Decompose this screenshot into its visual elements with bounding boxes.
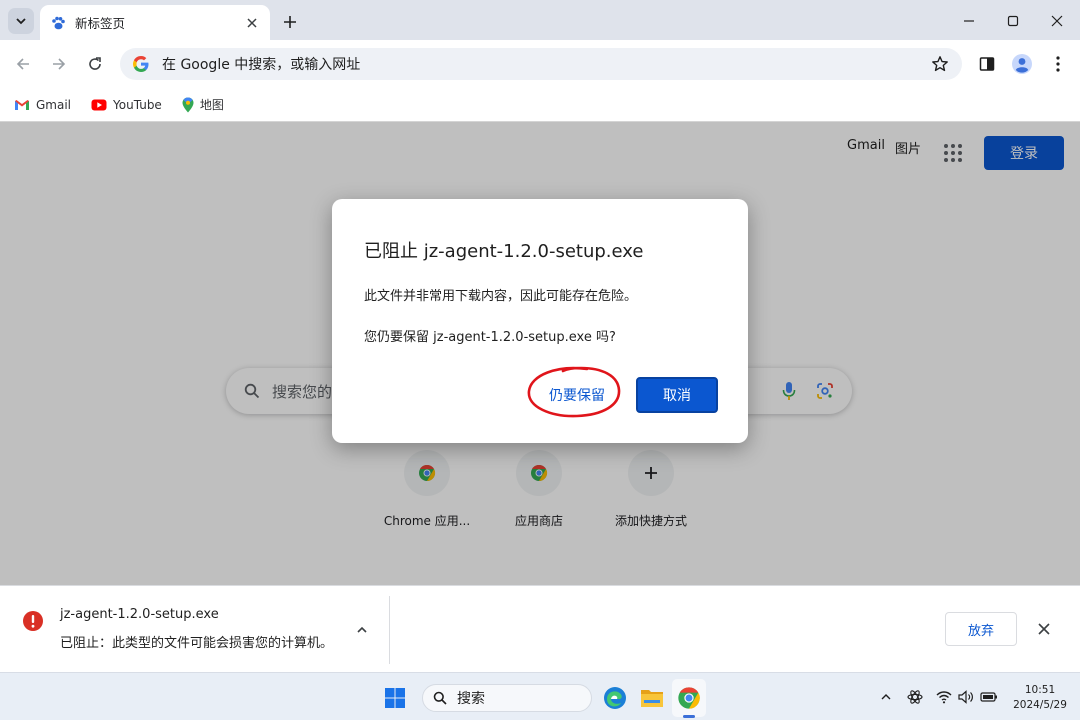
tray-app[interactable] [906, 688, 924, 706]
dialog-title: 已阻止 jz-agent-1.2.0-setup.exe [364, 241, 644, 262]
chevron-up-icon [881, 694, 891, 700]
windows-start-icon[interactable] [384, 687, 406, 709]
arrow-right-icon [53, 58, 66, 70]
side-panel-icon [979, 57, 995, 71]
edge-icon [604, 687, 626, 709]
active-app-indicator [683, 715, 695, 718]
avatar-icon [1012, 54, 1032, 74]
forward-button[interactable] [46, 51, 72, 77]
bookmark-star-button[interactable] [930, 54, 950, 74]
maximize-icon [1007, 15, 1019, 27]
search-icon [433, 691, 447, 705]
error-icon [23, 611, 43, 631]
google-g-icon [133, 56, 149, 72]
profile-button[interactable] [1010, 52, 1034, 76]
more-vert-icon [1056, 56, 1060, 72]
paw-icon [52, 16, 65, 29]
tray-wifi[interactable] [935, 688, 953, 706]
volume-icon [958, 690, 973, 704]
tray-battery[interactable] [980, 688, 998, 706]
tab-strip: 新标签页 [0, 0, 1080, 40]
maximize-button[interactable] [998, 8, 1028, 34]
download-bar: jz-agent-1.2.0-setup.exe 已阻止：此类型的文件可能会损害… [0, 585, 1080, 672]
chevron-up-icon [357, 626, 367, 633]
maps-icon [182, 97, 194, 112]
minimize-icon [964, 20, 974, 22]
wifi-icon [936, 691, 952, 704]
taskbar-edge[interactable] [601, 684, 629, 712]
download-status: 已阻止：此类型的文件可能会损害您的计算机。 [60, 636, 334, 651]
clock-time: 10:51 [1024, 684, 1056, 696]
omnibox[interactable]: 在 Google 中搜索，或输入网址 [120, 48, 962, 80]
youtube-icon [91, 99, 107, 110]
tab-title: 新标签页 [75, 16, 126, 31]
cancel-button[interactable]: 取消 [636, 377, 718, 413]
bookmark-gmail[interactable]: Gmail [14, 98, 71, 112]
bookmark-label: Gmail [36, 97, 72, 112]
chrome-icon [678, 687, 700, 709]
taskbar: 搜索 10:51 2024/5/29 [0, 672, 1080, 720]
taskbar-file-explorer[interactable] [638, 684, 666, 712]
tray-overflow-button[interactable] [877, 688, 895, 706]
minimize-button[interactable] [954, 8, 984, 34]
tab-close-button[interactable] [244, 15, 260, 31]
taskbar-chrome[interactable] [675, 684, 703, 712]
keep-anyway-button[interactable]: 仍要保留 [536, 378, 618, 412]
chevron-down-icon [16, 18, 26, 25]
clock-date: 2024/5/29 [1013, 699, 1067, 711]
battery-icon [980, 692, 997, 702]
bookmark-label: 地图 [199, 98, 224, 112]
close-icon [1038, 623, 1050, 635]
download-options-button[interactable] [352, 620, 372, 640]
taskbar-search[interactable]: 搜索 [422, 684, 592, 712]
dialog-question: 您仍要保留 jz-agent-1.2.0-setup.exe 吗? [364, 330, 616, 345]
gmail-icon [15, 99, 29, 110]
browser-toolbar: 在 Google 中搜索，或输入网址 [0, 40, 1080, 88]
reload-icon [89, 57, 101, 70]
folder-icon [641, 690, 663, 707]
bookmark-maps[interactable]: 地图 [182, 96, 224, 113]
side-panel-button[interactable] [975, 52, 999, 76]
plus-icon [284, 16, 296, 28]
taskbar-search-label: 搜索 [457, 691, 485, 707]
taskbar-clock[interactable]: 10:51 2024/5/29 [1008, 683, 1072, 713]
close-icon [247, 17, 257, 28]
bookmark-label: YouTube [113, 97, 162, 112]
bookmarks-bar: Gmail YouTube 地图 [0, 88, 1080, 122]
star-icon [932, 56, 948, 72]
window-close-button[interactable] [1042, 8, 1072, 34]
tab-new-tab[interactable]: 新标签页 [40, 5, 270, 40]
back-button[interactable] [10, 51, 36, 77]
divider [389, 596, 390, 664]
atom-icon [907, 690, 923, 704]
menu-button[interactable] [1046, 52, 1070, 76]
discard-button[interactable]: 放弃 [945, 612, 1017, 646]
arrow-left-icon [16, 58, 29, 70]
bookmark-youtube[interactable]: YouTube [91, 98, 162, 112]
reload-button[interactable] [82, 51, 108, 77]
dialog-message: 此文件并非常用下载内容，因此可能存在危险。 [364, 289, 638, 304]
close-icon [1051, 15, 1063, 27]
tray-volume[interactable] [957, 688, 975, 706]
close-download-bar-button[interactable] [1034, 619, 1054, 639]
new-tab-button[interactable] [278, 10, 302, 34]
tab-search-button[interactable] [8, 8, 34, 34]
download-filename: jz-agent-1.2.0-setup.exe [60, 607, 219, 622]
omnibox-placeholder: 在 Google 中搜索，或输入网址 [162, 57, 361, 73]
blocked-download-dialog: 已阻止 jz-agent-1.2.0-setup.exe 此文件并非常用下载内容… [332, 199, 748, 443]
